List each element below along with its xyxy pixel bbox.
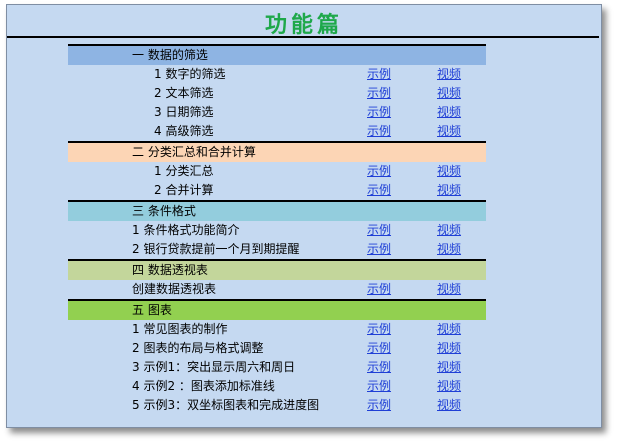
workbook-sheet: 功能篇 一 数据的筛选 1 数字的筛选 示例 视频 2 文本筛选 示例 视频 3… <box>6 4 602 428</box>
section-charts: 五 图表 1 常见图表的制作 示例 视频 2 图表的布局与格式调整 示例 视频 … <box>68 299 486 415</box>
list-item: 4 示例2 ：图表添加标准线 示例 视频 <box>68 377 486 396</box>
example-link[interactable]: 示例 <box>367 396 391 415</box>
section-heading: 三 条件格式 <box>68 202 486 221</box>
example-link[interactable]: 示例 <box>367 240 391 259</box>
list-item: 1 数字的筛选 示例 视频 <box>68 65 486 84</box>
list-item: 1 分类汇总 示例 视频 <box>68 162 486 181</box>
title-divider <box>7 36 599 38</box>
list-item: 4 高级筛选 示例 视频 <box>68 122 486 141</box>
video-link[interactable]: 视频 <box>437 240 461 259</box>
video-link[interactable]: 视频 <box>437 181 461 200</box>
example-link[interactable]: 示例 <box>367 280 391 299</box>
section-conditional-format: 三 条件格式 1 条件格式功能简介 示例 视频 2 银行贷款提前一个月到期提醒 … <box>68 200 486 259</box>
example-link[interactable]: 示例 <box>367 320 391 339</box>
item-label: 3 示例1：突出显示周六和周日 <box>132 360 296 374</box>
item-label: 1 分类汇总 <box>154 164 214 178</box>
video-link[interactable]: 视频 <box>437 320 461 339</box>
example-link[interactable]: 示例 <box>367 377 391 396</box>
item-label: 5 示例3：双坐标图表和完成进度图 <box>132 398 320 412</box>
video-link[interactable]: 视频 <box>437 358 461 377</box>
section-heading: 四 数据透视表 <box>68 261 486 280</box>
video-link[interactable]: 视频 <box>437 377 461 396</box>
section-subtotal-consolidate: 二 分类汇总和合并计算 1 分类汇总 示例 视频 2 合并计算 示例 视频 <box>68 141 486 200</box>
section-heading: 一 数据的筛选 <box>68 46 486 65</box>
item-label: 4 高级筛选 <box>154 124 214 138</box>
item-label: 3 日期筛选 <box>154 105 214 119</box>
example-link[interactable]: 示例 <box>367 84 391 103</box>
page-title: 功能篇 <box>264 13 343 38</box>
video-link[interactable]: 视频 <box>437 162 461 181</box>
item-label: 1 数字的筛选 <box>154 67 226 81</box>
section-pivot-table: 四 数据透视表 创建数据透视表 示例 视频 <box>68 259 486 299</box>
video-link[interactable]: 视频 <box>437 84 461 103</box>
video-link[interactable]: 视频 <box>437 122 461 141</box>
video-link[interactable]: 视频 <box>437 103 461 122</box>
video-link[interactable]: 视频 <box>437 280 461 299</box>
video-link[interactable]: 视频 <box>437 396 461 415</box>
item-label: 2 文本筛选 <box>154 86 214 100</box>
item-label: 1 常见图表的制作 <box>132 322 228 336</box>
catalog-table: 一 数据的筛选 1 数字的筛选 示例 视频 2 文本筛选 示例 视频 3 日期筛… <box>68 44 486 415</box>
list-item: 2 图表的布局与格式调整 示例 视频 <box>68 339 486 358</box>
example-link[interactable]: 示例 <box>367 65 391 84</box>
example-link[interactable]: 示例 <box>367 339 391 358</box>
list-item: 2 银行贷款提前一个月到期提醒 示例 视频 <box>68 240 486 259</box>
item-label: 2 合并计算 <box>154 183 214 197</box>
section-data-filter: 一 数据的筛选 1 数字的筛选 示例 视频 2 文本筛选 示例 视频 3 日期筛… <box>68 44 486 141</box>
list-item: 3 日期筛选 示例 视频 <box>68 103 486 122</box>
item-label: 1 条件格式功能简介 <box>132 223 240 237</box>
list-item: 3 示例1：突出显示周六和周日 示例 视频 <box>68 358 486 377</box>
section-heading: 五 图表 <box>68 301 486 320</box>
list-item: 创建数据透视表 示例 视频 <box>68 280 486 299</box>
item-label: 2 图表的布局与格式调整 <box>132 341 264 355</box>
list-item: 2 合并计算 示例 视频 <box>68 181 486 200</box>
list-item: 1 条件格式功能简介 示例 视频 <box>68 221 486 240</box>
list-item: 1 常见图表的制作 示例 视频 <box>68 320 486 339</box>
list-item: 5 示例3：双坐标图表和完成进度图 示例 视频 <box>68 396 486 415</box>
example-link[interactable]: 示例 <box>367 358 391 377</box>
video-link[interactable]: 视频 <box>437 221 461 240</box>
item-label: 2 银行贷款提前一个月到期提醒 <box>132 242 300 256</box>
example-link[interactable]: 示例 <box>367 181 391 200</box>
video-link[interactable]: 视频 <box>437 339 461 358</box>
video-link[interactable]: 视频 <box>437 65 461 84</box>
example-link[interactable]: 示例 <box>367 221 391 240</box>
item-label: 创建数据透视表 <box>132 282 217 296</box>
item-label: 4 示例2 ：图表添加标准线 <box>132 379 275 393</box>
example-link[interactable]: 示例 <box>367 103 391 122</box>
example-link[interactable]: 示例 <box>367 162 391 181</box>
example-link[interactable]: 示例 <box>367 122 391 141</box>
list-item: 2 文本筛选 示例 视频 <box>68 84 486 103</box>
section-heading: 二 分类汇总和合并计算 <box>68 143 486 162</box>
